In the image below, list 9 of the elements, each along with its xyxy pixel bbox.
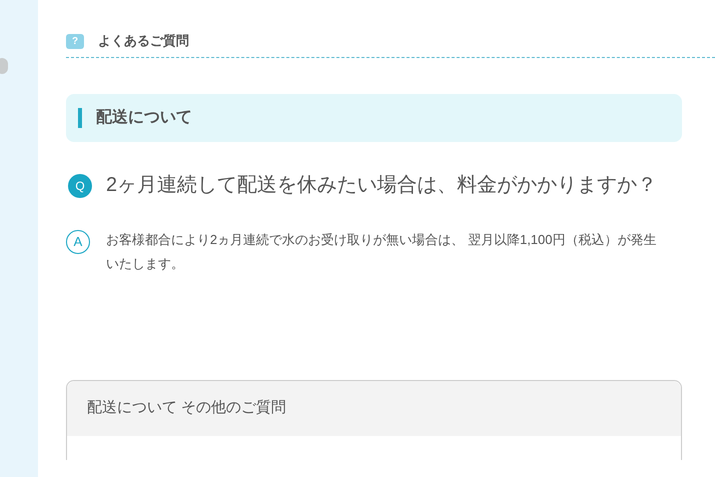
question-text: 2ヶ月連続して配送を休みたい場合は、料金がかかりますか？: [106, 173, 658, 198]
answer-text: お客様都合により2ヵ月連続で水のお受け取りが無い場合は、 翌月以降1,100円（税込）が発生いたします。: [106, 231, 658, 273]
question-badge: Q: [68, 174, 92, 198]
answer-badge: A: [66, 230, 90, 254]
question-bubble-icon: ?: [66, 34, 84, 48]
section-title: よくあるご質問: [98, 32, 189, 50]
panel-title[interactable]: 配送について その他のご質問: [87, 397, 286, 420]
accent-bar-icon: [78, 108, 82, 128]
category-title: 配送について: [96, 108, 192, 128]
